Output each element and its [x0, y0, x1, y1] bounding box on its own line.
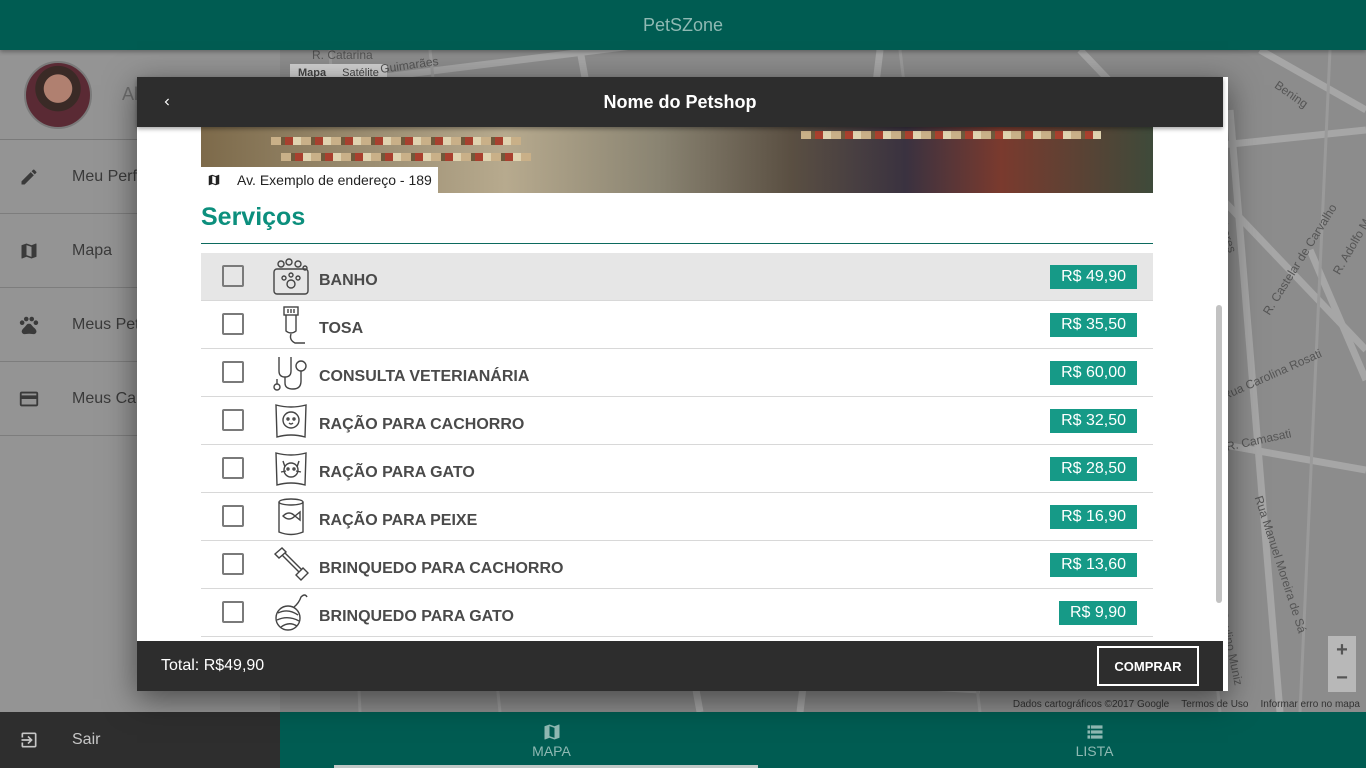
address-badge: Av. Exemplo de endereço - 189: [201, 167, 438, 193]
fish-food-icon: [278, 497, 304, 535]
buy-button[interactable]: COMPRAR: [1097, 646, 1199, 686]
sidebar-item-label: Meu Perfil: [72, 167, 145, 185]
section-divider: [201, 243, 1153, 244]
modal-title: Nome do Petshop: [603, 91, 757, 112]
exit-icon: [18, 729, 40, 751]
logout-button[interactable]: Sair: [0, 712, 280, 768]
tab-map[interactable]: MAPA: [280, 712, 823, 768]
street-label: R. Catarina: [312, 50, 373, 62]
services-list: BANHO R$ 49,90 TOSA R$ 35,50 CONSULTA VE…: [201, 253, 1153, 637]
dog-toy-icon: [273, 546, 309, 581]
stethoscope-icon: [273, 356, 307, 391]
map-attribution: Dados cartográficos ©2017 Google: [1012, 699, 1170, 710]
map-icon: [18, 240, 40, 262]
service-row-vet[interactable]: CONSULTA VETERIANÁRIA R$ 60,00: [201, 349, 1153, 397]
service-row-grooming[interactable]: TOSA R$ 35,50: [201, 301, 1153, 349]
sidebar-item-label: Mapa: [72, 241, 113, 259]
clipper-icon: [283, 305, 305, 344]
modal-scrollbar[interactable]: [1216, 305, 1222, 603]
service-row-dog-food[interactable]: RAÇÃO PARA CACHORRO R$ 32,50: [201, 397, 1153, 445]
service-checkbox[interactable]: [222, 408, 244, 431]
services-title: Serviços: [201, 203, 306, 231]
service-price: R$ 16,90: [1050, 504, 1137, 529]
service-price: R$ 60,00: [1050, 360, 1137, 385]
list-icon: [1087, 724, 1102, 739]
service-checkbox[interactable]: [222, 264, 244, 287]
modal-footer: Total: R$49,90 COMPRAR: [137, 641, 1223, 691]
service-checkbox[interactable]: [222, 504, 244, 527]
service-name: CONSULTA VETERIANÁRIA: [319, 367, 530, 385]
tab-label: MAPA: [532, 742, 571, 759]
petshop-modal: Nome do Petshop Av. Exemplo de endereço …: [137, 77, 1228, 691]
service-name: RAÇÃO PARA GATO: [319, 463, 475, 481]
map-icon: [544, 724, 559, 739]
service-row-cat-toy[interactable]: BRINQUEDO PARA GATO R$ 9,90: [201, 589, 1153, 637]
app-bar: PetSZone: [0, 0, 1366, 50]
service-row-dog-toy[interactable]: BRINQUEDO PARA CACHORRO R$ 13,60: [201, 541, 1153, 589]
tab-list[interactable]: LISTA: [823, 712, 1366, 768]
service-price: R$ 28,50: [1050, 456, 1137, 481]
cat-food-icon: [275, 451, 307, 486]
back-button[interactable]: [155, 90, 179, 114]
chevron-left-icon: [164, 98, 169, 106]
yarn-ball-icon: [275, 593, 308, 631]
service-price: R$ 9,90: [1058, 600, 1137, 625]
service-checkbox[interactable]: [222, 360, 244, 383]
service-name: BANHO: [319, 271, 378, 289]
credit-card-icon: [18, 388, 40, 410]
profile-name: Al: [122, 84, 139, 104]
address-text: Av. Exemplo de endereço - 189: [237, 172, 432, 188]
zoom-in-button[interactable]: +: [1328, 636, 1356, 664]
modal-header: Nome do Petshop: [137, 77, 1223, 127]
service-checkbox[interactable]: [222, 600, 244, 623]
app-title: PetSZone: [642, 14, 724, 35]
service-price: R$ 32,50: [1050, 408, 1137, 433]
service-name: BRINQUEDO PARA GATO: [319, 607, 514, 625]
service-checkbox[interactable]: [222, 552, 244, 575]
avatar: [24, 60, 92, 129]
modal-body[interactable]: Av. Exemplo de endereço - 189 Serviços B…: [137, 127, 1223, 641]
service-price: R$ 13,60: [1050, 552, 1137, 577]
map-attribution-bar: Dados cartográficos ©2017 Google Termos …: [1013, 699, 1360, 710]
zoom-control[interactable]: + −: [1328, 636, 1356, 692]
service-name: TOSA: [319, 319, 364, 337]
service-name: RAÇÃO PARA PEIXE: [319, 511, 478, 529]
service-row-fish-food[interactable]: RAÇÃO PARA PEIXE R$ 16,90: [201, 493, 1153, 541]
map-report-link[interactable]: Informar erro no mapa: [1261, 699, 1361, 710]
bath-icon: [273, 257, 309, 295]
service-price: R$ 49,90: [1050, 264, 1137, 289]
dog-food-icon: [275, 403, 307, 438]
service-row-cat-food[interactable]: RAÇÃO PARA GATO R$ 28,50: [201, 445, 1153, 493]
map-terms-link[interactable]: Termos de Uso: [1181, 699, 1248, 710]
map-icon: [208, 174, 220, 186]
service-price: R$ 35,50: [1050, 312, 1137, 337]
order-total: Total: R$49,90: [161, 657, 265, 674]
logout-label: Sair: [72, 731, 101, 748]
service-row-bath[interactable]: BANHO R$ 49,90: [201, 253, 1153, 301]
pencil-icon: [18, 166, 40, 188]
petshop-banner-image: Av. Exemplo de endereço - 189: [201, 127, 1153, 193]
service-name: RAÇÃO PARA CACHORRO: [319, 415, 525, 433]
paw-icon: [18, 314, 40, 336]
service-name: BRINQUEDO PARA CACHORRO: [319, 559, 564, 577]
zoom-out-button[interactable]: −: [1328, 664, 1356, 692]
service-checkbox[interactable]: [222, 312, 244, 335]
service-checkbox[interactable]: [222, 456, 244, 479]
bottom-tab-bar: MAPA LISTA: [280, 712, 1366, 768]
tab-label: LISTA: [1075, 742, 1114, 759]
